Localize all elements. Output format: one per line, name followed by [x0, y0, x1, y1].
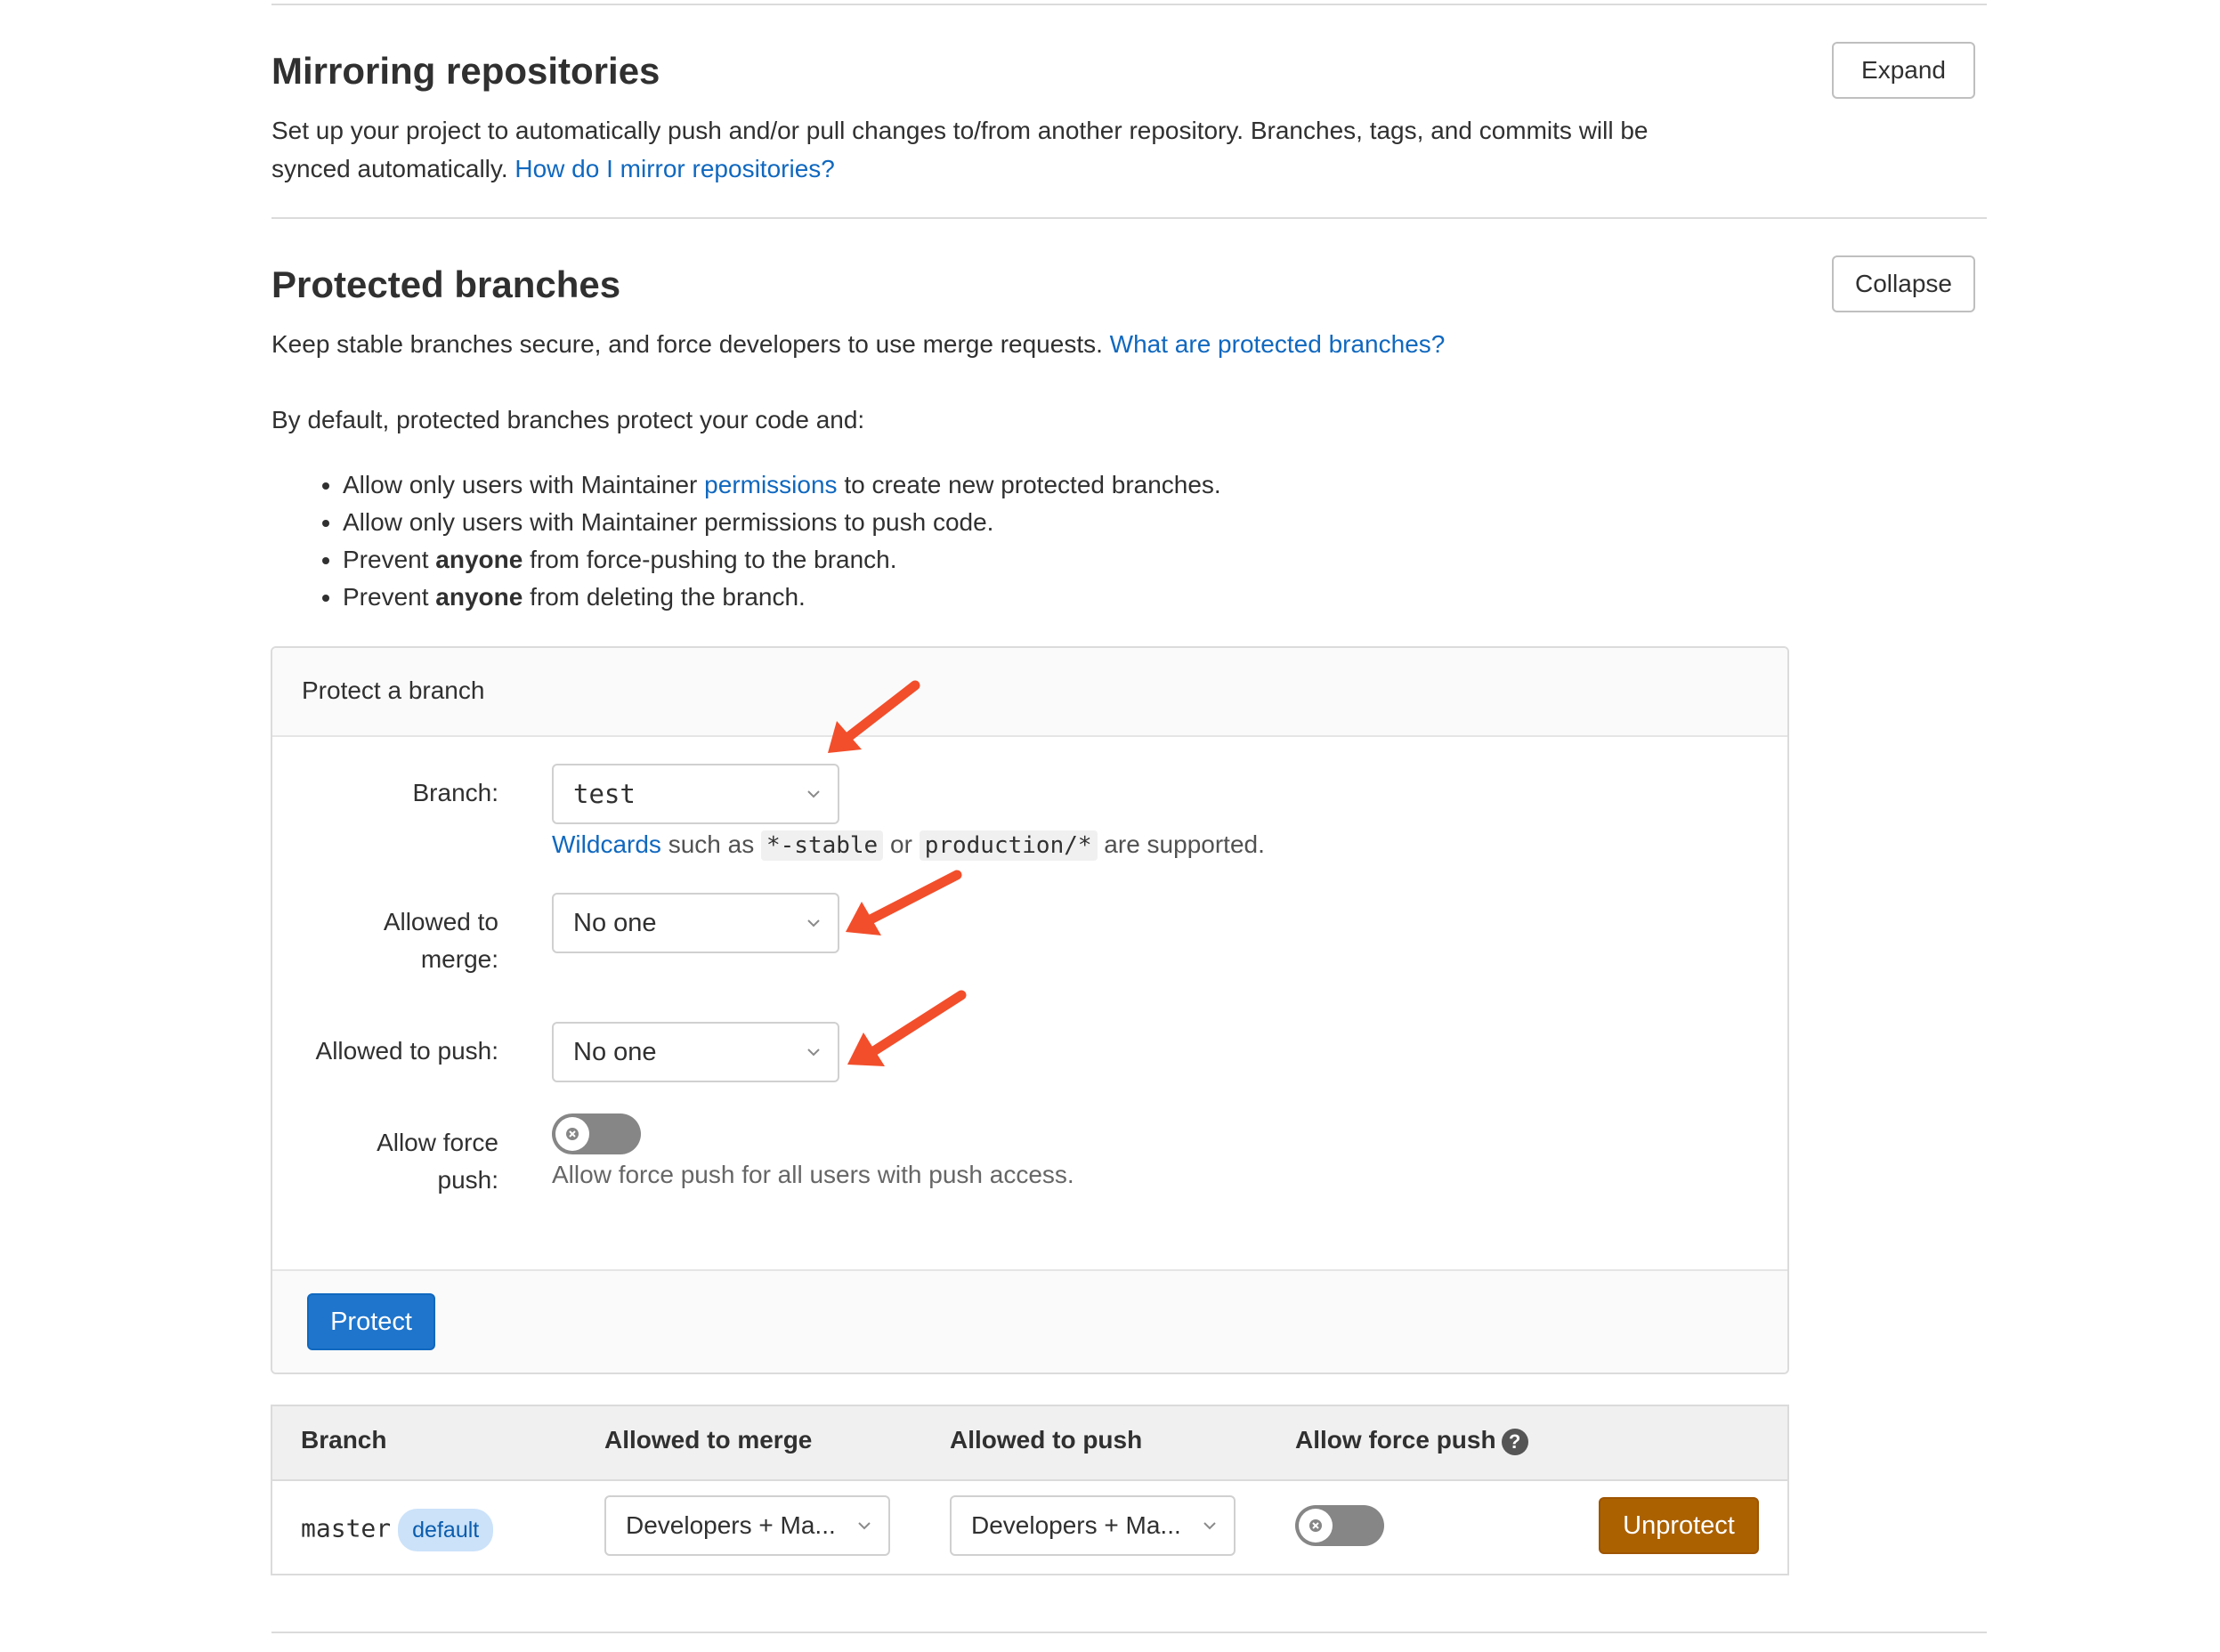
row-push-value: Developers + Ma...: [971, 1511, 1181, 1539]
bullet-text: from deleting the branch.: [523, 583, 806, 611]
arrow-shaft: [865, 870, 962, 925]
list-item: Allow only users with Maintainer permiss…: [343, 466, 1221, 504]
bullet-emphasis: anyone: [435, 583, 523, 611]
hint-text: are supported.: [1097, 830, 1265, 858]
card-footer: [272, 1269, 1787, 1373]
settings-page: Mirroring repositories Expand Set up you…: [0, 0, 2220, 1652]
protect-branch-card: Protect a branch: [271, 646, 1789, 1374]
default-badge: default: [398, 1509, 494, 1551]
hint-text: or: [883, 830, 920, 858]
bullet-text: Prevent: [343, 546, 436, 573]
push-dropdown-value: No one: [573, 1037, 657, 1066]
card-header: Protect a branch: [272, 648, 1787, 737]
list-item: Allow only users with Maintainer permiss…: [343, 504, 1221, 541]
row-push-dropdown[interactable]: Developers + Ma...: [950, 1495, 1236, 1556]
label-line: merge:: [420, 945, 498, 973]
force-push-help: Allow force push for all users with push…: [552, 1161, 1074, 1188]
collapse-button[interactable]: Collapse: [1832, 255, 1975, 312]
close-icon: [1309, 1519, 1322, 1532]
annotation-arrow-icon: [846, 870, 962, 935]
mirroring-desc-line2: synced automatically.: [271, 155, 508, 182]
mirroring-title: Mirroring repositories: [271, 50, 660, 92]
arrow-shaft: [867, 990, 967, 1057]
protected-intro: Keep stable branches secure, and force d…: [271, 325, 1820, 363]
bullet-emphasis: anyone: [435, 546, 523, 573]
col-force-header: Allow force push?: [1295, 1422, 1528, 1458]
close-icon: [566, 1128, 579, 1140]
wildcards-link[interactable]: Wildcards: [552, 830, 661, 858]
label-line: push:: [437, 1166, 499, 1194]
chevron-down-icon: [858, 1522, 871, 1530]
row-force-push-toggle[interactable]: [1295, 1505, 1384, 1546]
row-merge-dropdown[interactable]: Developers + Ma...: [604, 1495, 890, 1556]
toggle-knob: [555, 1117, 589, 1151]
protected-branches-title: Protected branches: [271, 263, 621, 305]
expand-button[interactable]: Expand: [1832, 42, 1975, 99]
allowed-to-push-label: Allowed to push:: [315, 1037, 498, 1065]
allowed-to-merge-dropdown[interactable]: No one: [552, 893, 839, 953]
force-push-toggle[interactable]: [552, 1113, 641, 1154]
protected-intro-text: Keep stable branches secure, and force d…: [271, 330, 1103, 358]
col-force-header-label: Allow force push: [1295, 1426, 1496, 1454]
branch-dropdown[interactable]: test: [552, 764, 839, 824]
merge-dropdown-value: No one: [573, 908, 657, 937]
col-merge-header: Allowed to merge: [604, 1426, 813, 1454]
default-protection-text: By default, protected branches protect y…: [271, 406, 865, 433]
branch-dropdown-value: test: [573, 779, 636, 809]
allowed-to-merge-label: Allowed to merge:: [294, 903, 498, 978]
list-item: Prevent anyone from force-pushing to the…: [343, 541, 1221, 579]
mirroring-description: Set up your project to automatically pus…: [271, 111, 1820, 188]
label-line: Allow force: [377, 1129, 498, 1156]
hint-text: such as: [660, 830, 761, 858]
code-snippet: *-stable: [760, 830, 884, 861]
allowed-to-push-dropdown[interactable]: No one: [552, 1022, 839, 1082]
label-line: Allowed to: [383, 908, 498, 935]
branch-label: Branch:: [412, 779, 499, 806]
annotation-arrow-icon: [847, 990, 967, 1066]
bullet-text: Allow only users with Maintainer: [343, 471, 705, 498]
protection-rules-list: Allow only users with Maintainer permiss…: [271, 466, 1221, 616]
annotation-arrow-icon: [828, 680, 920, 753]
row-merge-value: Developers + Ma...: [626, 1511, 836, 1539]
chevron-down-icon: [807, 790, 820, 798]
code-snippet: production/*: [919, 830, 1098, 861]
divider: [271, 217, 1987, 219]
branch-name: master: [301, 1513, 392, 1543]
col-push-header: Allowed to push: [950, 1426, 1143, 1454]
card-title: Protect a branch: [302, 676, 485, 704]
toggle-knob: [1299, 1509, 1333, 1543]
bullet-text: Prevent: [343, 583, 436, 611]
divider: [271, 4, 1987, 5]
divider: [271, 1632, 1987, 1633]
list-item: Prevent anyone from deleting the branch.: [343, 579, 1221, 616]
allow-force-push-label: Allow force push:: [294, 1124, 498, 1199]
protect-button[interactable]: Protect: [307, 1293, 435, 1350]
chevron-down-icon: [1203, 1522, 1216, 1530]
chevron-down-icon: [807, 919, 820, 927]
mirroring-help-link[interactable]: How do I mirror repositories?: [514, 155, 834, 182]
protected-help-link[interactable]: What are protected branches?: [1110, 330, 1446, 358]
table-row-branch: master default: [301, 1509, 494, 1551]
bullet-text: to create new protected branches.: [837, 471, 1221, 498]
bullet-text: from force-pushing to the branch.: [523, 546, 897, 573]
arrow-shaft: [839, 680, 920, 746]
unprotect-button[interactable]: Unprotect: [1599, 1497, 1759, 1554]
col-branch-header: Branch: [301, 1426, 387, 1454]
chevron-down-icon: [807, 1049, 820, 1057]
mirroring-desc-line1: Set up your project to automatically pus…: [271, 117, 1649, 144]
help-icon[interactable]: ?: [1501, 1428, 1528, 1455]
permissions-link[interactable]: permissions: [704, 471, 837, 498]
